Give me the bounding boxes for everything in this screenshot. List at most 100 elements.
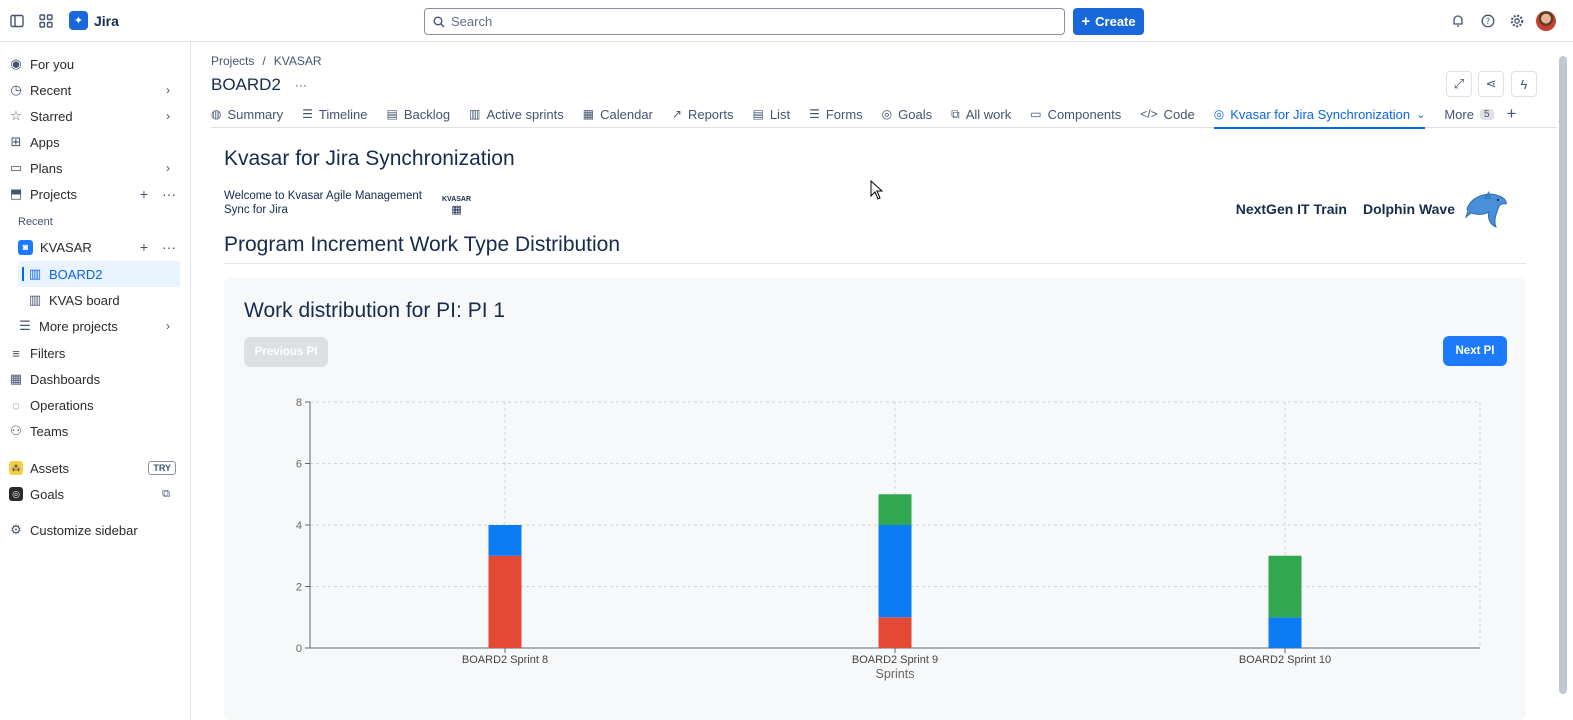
sidebar-item-apps[interactable]: ⊞ Apps [0,129,190,155]
sidebar-item-filters[interactable]: ≡ Filters [0,340,190,366]
calendar-icon: ▦ [582,107,595,121]
automation-lightning-icon[interactable]: ϟ [1511,71,1537,97]
tab-label: Code [1163,106,1195,122]
x-tick-label: BOARD2 Sprint 10 [1239,654,1331,666]
bar-segment [1268,555,1302,618]
sidebar-item-label: Goals [30,486,64,502]
tab-timeline[interactable]: ☰ Timeline [302,102,367,126]
tab-forms[interactable]: ☰ Forms [809,102,863,126]
tab-goals[interactable]: ◎ Goals [882,102,932,126]
breadcrumb: Projects / KVASAR [211,54,322,68]
sidebar-item-starred[interactable]: ☆ Starred › [0,103,190,129]
y-tick-label: 8 [296,397,302,409]
app-icon: ◎ [1213,107,1225,121]
create-button[interactable]: + Create [1073,8,1144,35]
tab-label: Reports [687,106,734,122]
sidebar-item-board2[interactable]: ▥ BOARD2 [18,261,180,287]
chevron-right-icon: › [166,161,170,175]
share-icon[interactable]: ⋖ [1478,71,1504,97]
sidebar-item-assets[interactable]: ⁂ Assets TRY [0,455,190,481]
tab-components[interactable]: ▭ Components [1030,102,1121,126]
sidebar-item-plans[interactable]: ▭ Plans › [0,155,190,181]
tab-label: Backlog [403,106,451,122]
tab-list[interactable]: ▤ List [752,102,790,126]
help-icon[interactable]: ? [1478,11,1498,31]
sidebar-item-for-you[interactable]: ◉ For you [0,51,190,77]
teams-icon: ⚇ [10,423,22,438]
page-title-text: BOARD2 [211,75,281,94]
project-avatar-icon: ◙ [18,239,33,255]
breadcrumb-separator: / [262,54,266,68]
breadcrumb-project[interactable]: KVASAR [274,54,322,68]
more-actions-icon[interactable]: ··· [295,78,307,92]
x-tick-label: BOARD2 Sprint 9 [852,654,938,666]
settings-gear-icon[interactable] [1507,11,1527,31]
more-count-badge: 5 [1479,108,1494,120]
sidebar-toggle-icon[interactable] [7,11,27,31]
backlog-icon: ▤ [386,107,398,121]
sidebar-item-operations[interactable]: ◌ Operations [0,392,190,418]
operations-icon: ◌ [12,397,20,413]
sidebar-item-label: Dashboards [30,371,101,387]
sidebar-item-label: Starred [30,108,73,124]
sidebar-item-kvas-board[interactable]: ▥ KVAS board [0,287,190,313]
tab-calendar[interactable]: ▦ Calendar [583,102,653,126]
sidebar-item-kvasar[interactable]: ◙ KVASAR + ··· [0,234,190,260]
sidebar-item-label: Apps [30,134,60,150]
add-icon[interactable]: + [140,239,148,255]
tab-summary[interactable]: ◍ Summary [211,102,283,126]
app-switcher-icon[interactable] [36,11,56,31]
add-tab-icon[interactable]: + [1507,102,1517,126]
board-icon: ▥ [28,292,42,307]
search-placeholder: Search [451,14,493,29]
jira-logo-icon: ✦ [69,11,88,30]
sidebar-item-projects[interactable]: ⬒ Projects + ··· [0,181,190,207]
tab-active-sprints[interactable]: ▥ Active sprints [469,102,564,126]
bar-segment [1268,617,1302,648]
tab-all-work[interactable]: ⧉ All work [951,102,1011,126]
jira-logo[interactable]: ✦ Jira [69,11,119,30]
try-badge: TRY [148,461,176,475]
x-tick-label: BOARD2 Sprint 8 [462,654,548,666]
tab-code[interactable]: </> Code [1140,102,1194,126]
expand-icon[interactable]: ⤢ [1446,71,1472,97]
page-title: BOARD2 ··· [211,75,307,95]
tab-reports[interactable]: ↗ Reports [672,102,734,126]
bar-segment [488,555,522,648]
board-icon: ▥ [469,107,481,121]
tab-more[interactable]: More 5 [1444,102,1494,126]
breadcrumb-projects[interactable]: Projects [211,54,254,68]
vertical-scrollbar[interactable] [1559,56,1567,694]
tab-kvasar-for-jira-synchronization[interactable]: ◎ Kvasar for Jira Synchronization ⌄ [1213,102,1425,129]
customize-icon: ⚙ [10,522,22,537]
tab-label: Active sprints [486,106,564,122]
sidebar-item-customize[interactable]: ⚙ Customize sidebar [0,517,190,543]
app-title: Kvasar for Jira Synchronization [224,147,515,170]
sidebar: ◉ For you ◷ Recent › ☆ Starred › ⊞ Apps … [0,42,191,720]
notifications-bell-icon[interactable] [1448,11,1468,31]
app-name: Jira [94,12,119,29]
add-project-icon[interactable]: + [140,186,148,202]
sidebar-item-label: KVAS board [49,292,120,308]
globe-icon: ◍ [211,107,222,121]
svg-text:?: ? [1486,17,1490,26]
tab-label: Goals [898,106,933,122]
plans-icon: ▭ [9,160,23,175]
more-options-icon[interactable]: ··· [162,239,176,255]
top-navigation-bar: ✦ Jira Search + Create ? [0,0,1573,42]
sidebar-item-teams[interactable]: ⚇ Teams [0,418,190,444]
chevron-right-icon: › [166,109,170,123]
user-avatar[interactable] [1536,11,1556,31]
sidebar-item-recent[interactable]: ◷ Recent › [0,77,190,103]
tab-backlog[interactable]: ▤ Backlog [387,102,451,126]
tab-label: Calendar [600,106,653,122]
sidebar-item-more-projects[interactable]: ☰ More projects › [0,313,190,339]
sidebar-item-label: Customize sidebar [30,522,138,538]
sidebar-item-goals[interactable]: ◎ Goals ⧉ [0,481,190,507]
sidebar-item-label: BOARD2 [49,266,103,282]
chevron-right-icon: › [166,319,170,333]
more-options-icon[interactable]: ··· [162,186,176,202]
sidebar-item-dashboards[interactable]: ▦ Dashboards [0,366,190,392]
chevron-down-icon[interactable]: ⌄ [1416,108,1425,121]
search-input[interactable]: Search [424,8,1065,35]
